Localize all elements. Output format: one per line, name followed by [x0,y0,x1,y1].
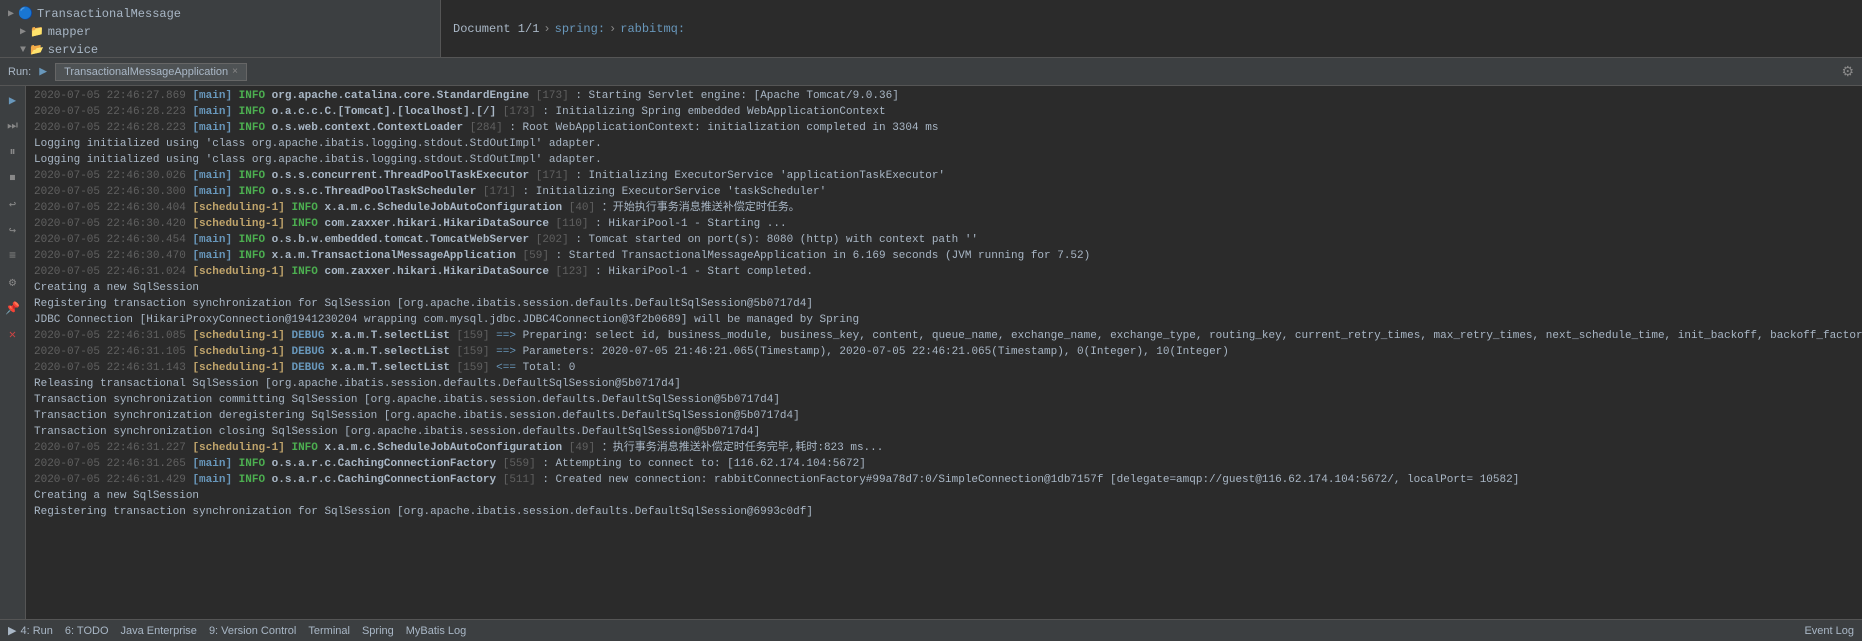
log-line: Creating a new SqlSession [26,280,1862,296]
breadcrumb-bar: Document 1/1 › spring: › rabbitmq: [440,0,1862,57]
event-log-status[interactable]: Event Log [1804,625,1854,637]
run-status[interactable]: ▶ 4: Run [8,624,53,637]
status-bar: ▶ 4: Run 6: TODO Java Enterprise 9: Vers… [0,619,1862,641]
log-line: 2020-07-05 22:46:31.265 [main] INFO o.s.… [26,456,1862,472]
todo-label: 6: TODO [65,625,109,637]
todo-status[interactable]: 6: TODO [65,625,109,637]
log-line: 2020-07-05 22:46:31.085 [scheduling-1] D… [26,328,1862,344]
log-line: Registering transaction synchronization … [26,504,1862,520]
java-enterprise-label: Java Enterprise [121,625,197,637]
tree-item-service[interactable]: ▼ 📂 service [0,41,440,59]
mybatis-status[interactable]: MyBatis Log [406,625,467,637]
run-play-icon: ▶ [8,624,16,637]
filter-icon[interactable]: ≡ [3,246,23,266]
log-line: Transaction synchronization closing SqlS… [26,424,1862,440]
version-control-status[interactable]: 9: Version Control [209,625,296,637]
rerun-icon[interactable]: ↩ [3,194,23,214]
run-label: Run: [8,66,31,78]
play-icon[interactable]: ▶ [3,90,23,110]
log-panel[interactable]: 2020-07-05 22:46:27.869 [main] INFO org.… [26,86,1862,619]
arrow-icon: ▼ [20,45,26,56]
log-line: 2020-07-05 22:46:28.223 [main] INFO o.a.… [26,104,1862,120]
tree-label: service [48,43,98,57]
log-line: 2020-07-05 22:46:30.300 [main] INFO o.s.… [26,184,1862,200]
log-line: 2020-07-05 22:46:31.227 [scheduling-1] I… [26,440,1862,456]
scroll-end-icon[interactable]: ↪ [3,220,23,240]
log-line: 2020-07-05 22:46:30.026 [main] INFO o.s.… [26,168,1862,184]
tree-item-mapper[interactable]: ▶ 📁 mapper [0,23,440,41]
terminal-label: Terminal [308,625,350,637]
tree-label: mapper [48,25,91,39]
spring-label: Spring [362,625,394,637]
log-line: 2020-07-05 22:46:27.869 [main] INFO org.… [26,88,1862,104]
run-tab-label: TransactionalMessageApplication [64,66,228,78]
terminal-status[interactable]: Terminal [308,625,350,637]
log-line: Releasing transactional SqlSession [org.… [26,376,1862,392]
sep2: › [609,22,616,36]
close-icon[interactable]: ✕ [3,324,23,344]
log-line: 2020-07-05 22:46:30.404 [scheduling-1] I… [26,200,1862,216]
log-line: Logging initialized using 'class org.apa… [26,136,1862,152]
stop-icon[interactable]: ⏹ [3,168,23,188]
spring-status[interactable]: Spring [362,625,394,637]
pin-icon[interactable]: 📌 [3,298,23,318]
folder-icon: 📂 [30,43,44,57]
log-line: 2020-07-05 22:46:31.143 [scheduling-1] D… [26,360,1862,376]
breadcrumb-rabbitmq[interactable]: rabbitmq: [620,22,685,36]
mybatis-label: MyBatis Log [406,625,467,637]
log-line: Transaction synchronization committing S… [26,392,1862,408]
run-tab[interactable]: TransactionalMessageApplication × [55,63,247,81]
run-icon: ▶ [39,64,47,79]
log-line: Transaction synchronization deregisterin… [26,408,1862,424]
gear-button[interactable]: ⚙ [1841,63,1854,80]
log-line: 2020-07-05 22:46:30.420 [scheduling-1] I… [26,216,1862,232]
run-status-label: 4: Run [20,625,52,637]
log-line: 2020-07-05 22:46:30.470 [main] INFO x.a.… [26,248,1862,264]
arrow-icon: ▶ [20,26,26,38]
pause-icon[interactable]: ⏸ [3,142,23,162]
java-enterprise-status[interactable]: Java Enterprise [121,625,197,637]
event-log-label: Event Log [1804,625,1854,637]
file-tree: ▶ 🔵 TransactionalMessage ▶ 📁 mapper ▼ 📂 … [0,0,440,57]
folder-icon: 📁 [30,25,44,39]
breadcrumb-doc: Document 1/1 [453,22,539,36]
tree-item-transactional[interactable]: ▶ 🔵 TransactionalMessage [0,4,440,23]
main-area: ▶ ⏭ ⏸ ⏹ ↩ ↪ ≡ ⚙ 📌 ✕ 2020-07-05 22:46:27.… [0,86,1862,619]
file-icon: 🔵 [18,6,33,21]
run-tab-bar: Run: ▶ TransactionalMessageApplication ×… [0,58,1862,86]
log-line: 2020-07-05 22:46:30.454 [main] INFO o.s.… [26,232,1862,248]
left-sidebar: ▶ ⏭ ⏸ ⏹ ↩ ↪ ≡ ⚙ 📌 ✕ [0,86,26,619]
log-line: 2020-07-05 22:46:31.024 [scheduling-1] I… [26,264,1862,280]
sep1: › [543,22,550,36]
log-line: Registering transaction synchronization … [26,296,1862,312]
log-line: Creating a new SqlSession [26,488,1862,504]
version-control-label: 9: Version Control [209,625,296,637]
log-line: JDBC Connection [HikariProxyConnection@1… [26,312,1862,328]
tree-label: TransactionalMessage [37,7,181,21]
log-line: 2020-07-05 22:46:31.429 [main] INFO o.s.… [26,472,1862,488]
close-icon[interactable]: × [232,66,238,77]
log-line: 2020-07-05 22:46:28.223 [main] INFO o.s.… [26,120,1862,136]
arrow-icon: ▶ [8,8,14,20]
top-area: ▶ 🔵 TransactionalMessage ▶ 📁 mapper ▼ 📂 … [0,0,1862,58]
breadcrumb-spring[interactable]: spring: [555,22,605,36]
step-over-icon[interactable]: ⏭ [3,116,23,136]
log-line: 2020-07-05 22:46:31.105 [scheduling-1] D… [26,344,1862,360]
settings-icon[interactable]: ⚙ [3,272,23,292]
log-line: Logging initialized using 'class org.apa… [26,152,1862,168]
